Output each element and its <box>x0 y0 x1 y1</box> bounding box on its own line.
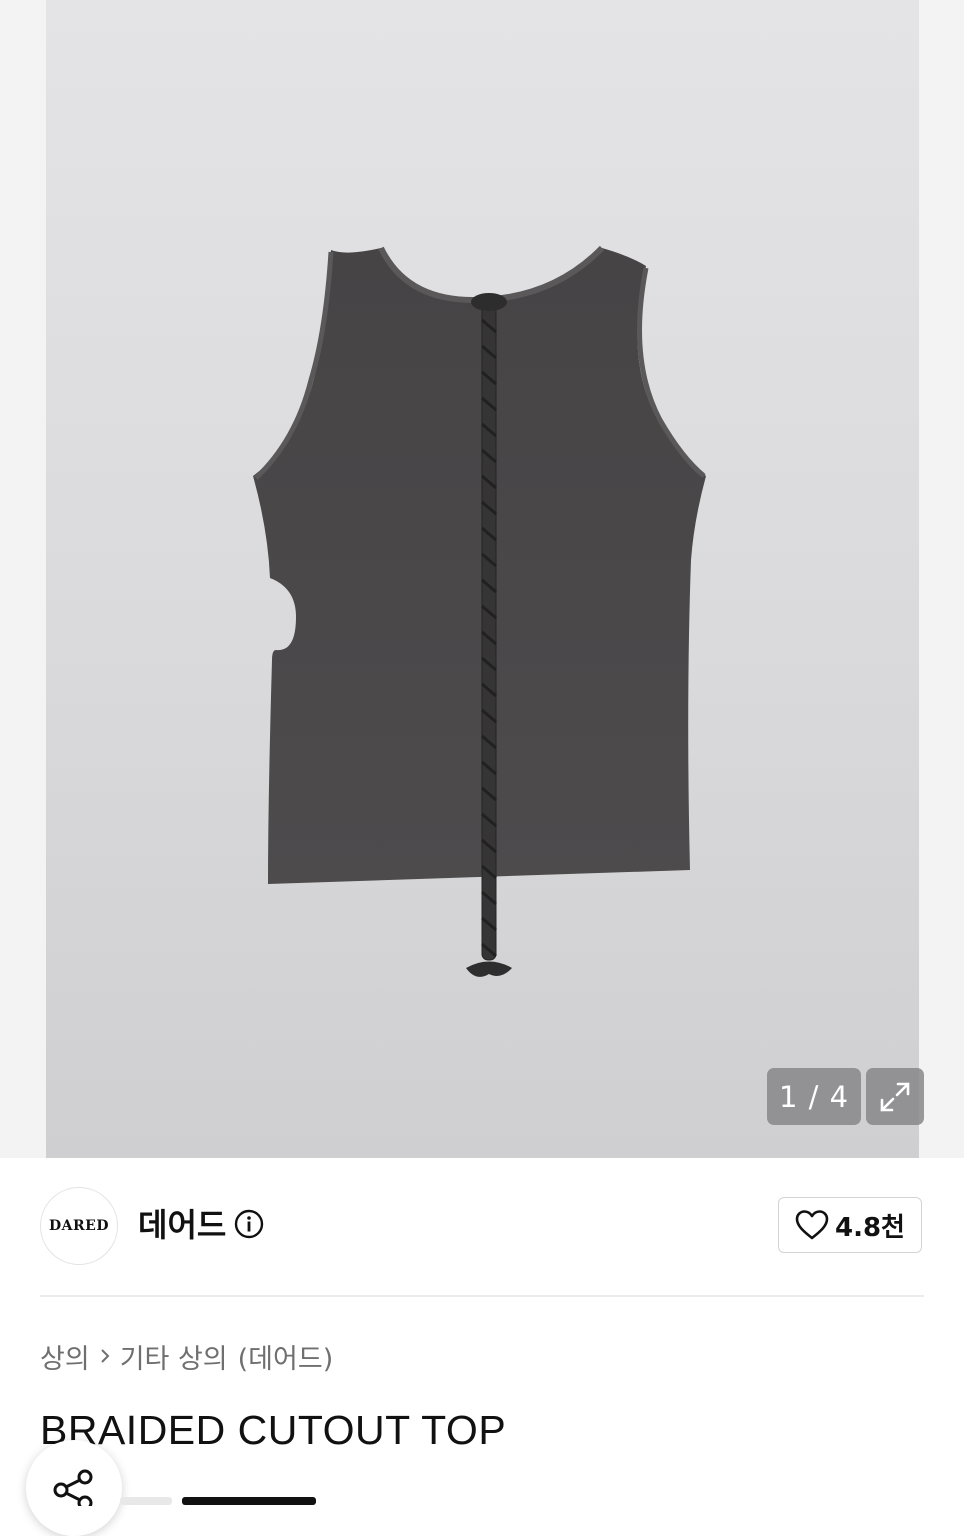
breadcrumb-item-brand[interactable]: (데어드) <box>238 1337 334 1376</box>
breadcrumb: 상의 기타 상의 (데어드) <box>40 1336 333 1376</box>
chevron-right-icon <box>90 1346 120 1366</box>
product-title: BRAIDED CUTOUT TOP <box>40 1407 507 1453</box>
brand-logo[interactable]: DARED <box>40 1187 118 1265</box>
image-counter: 1 / 4 <box>767 1068 861 1125</box>
chip-right <box>182 1497 316 1505</box>
breadcrumb-item-category[interactable]: 상의 <box>40 1337 90 1376</box>
expand-arrows-icon <box>880 1082 910 1111</box>
chip-left <box>120 1497 172 1505</box>
gallery-slide[interactable] <box>46 0 919 1158</box>
brand-name[interactable]: 데어드 <box>138 1205 226 1245</box>
expand-button[interactable] <box>866 1068 924 1125</box>
product-image <box>253 245 706 977</box>
info-icon[interactable] <box>234 1209 264 1239</box>
share-button[interactable] <box>26 1440 122 1536</box>
share-icon <box>53 1469 93 1506</box>
breadcrumb-item-subcategory[interactable]: 기타 상의 <box>120 1337 228 1376</box>
like-button[interactable]: 4.8천 <box>778 1197 922 1253</box>
product-image-gallery[interactable]: 1 / 4 <box>0 0 964 1158</box>
like-count: 4.8천 <box>835 1212 905 1243</box>
heart-outline-icon <box>795 1210 829 1240</box>
brand-row: DARED 데어드 4.8천 <box>40 1187 924 1265</box>
divider <box>40 1295 924 1297</box>
